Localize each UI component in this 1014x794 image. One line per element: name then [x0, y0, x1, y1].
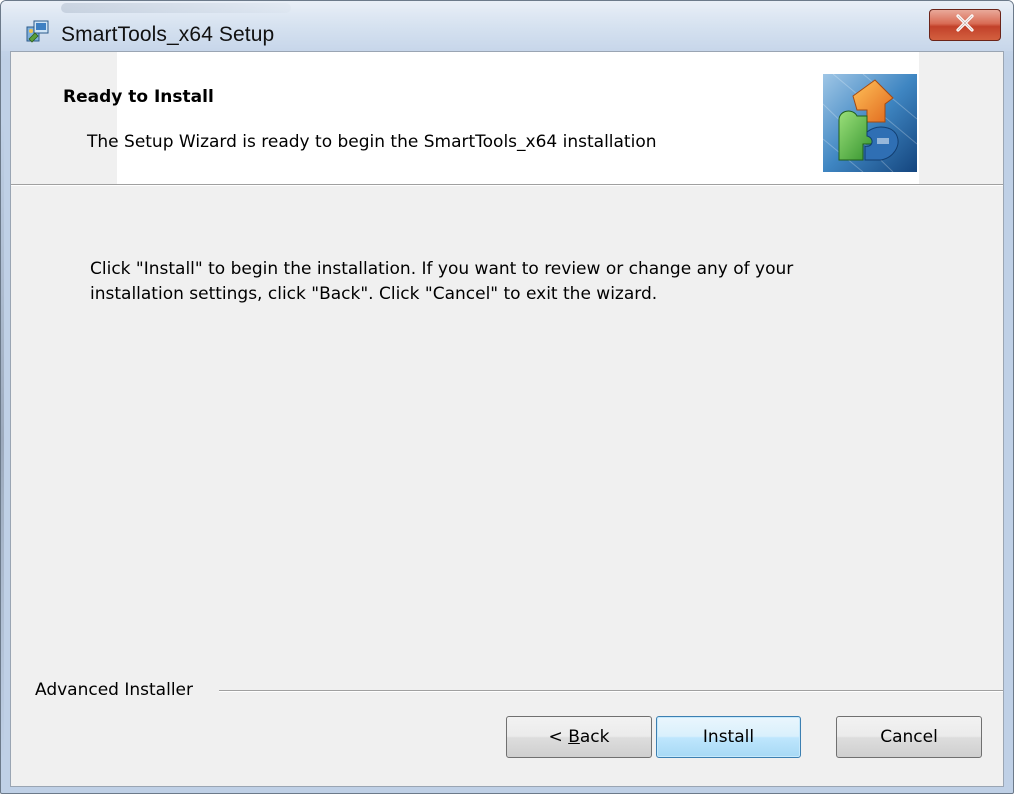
back-button-rest: ack — [579, 727, 610, 747]
setup-window: SmartTools_x64 Setup Ready to Install Th… — [0, 0, 1014, 794]
footer-separator — [219, 690, 1003, 692]
back-button-prefix: < — [548, 727, 569, 747]
close-button[interactable] — [929, 9, 1001, 41]
banner-right-margin — [919, 52, 1003, 184]
window-title: SmartTools_x64 Setup — [61, 23, 275, 46]
back-button[interactable]: < Back — [506, 716, 652, 758]
installer-app-icon — [25, 19, 51, 45]
header-banner: Ready to Install The Setup Wizard is rea… — [11, 52, 1003, 184]
dialog-client-area: Ready to Install The Setup Wizard is rea… — [10, 51, 1004, 787]
title-bar-reflection — [61, 3, 291, 13]
footer-brand-label: Advanced Installer — [35, 680, 193, 700]
back-button-mnemonic: B — [568, 727, 580, 747]
install-button[interactable]: Install — [656, 716, 801, 758]
install-instructions: Click "Install" to begin the installatio… — [90, 259, 794, 304]
title-bar[interactable]: SmartTools_x64 Setup — [1, 1, 1013, 51]
banner-left-margin — [11, 52, 117, 184]
banner-title: Ready to Install — [63, 87, 214, 107]
banner-subtitle: The Setup Wizard is ready to begin the S… — [87, 132, 657, 152]
window-edge-shadow — [1, 121, 4, 761]
close-icon — [954, 14, 976, 36]
banner-separator — [11, 184, 1003, 186]
puzzle-arrow-icon — [822, 73, 918, 173]
cancel-button[interactable]: Cancel — [836, 716, 982, 758]
